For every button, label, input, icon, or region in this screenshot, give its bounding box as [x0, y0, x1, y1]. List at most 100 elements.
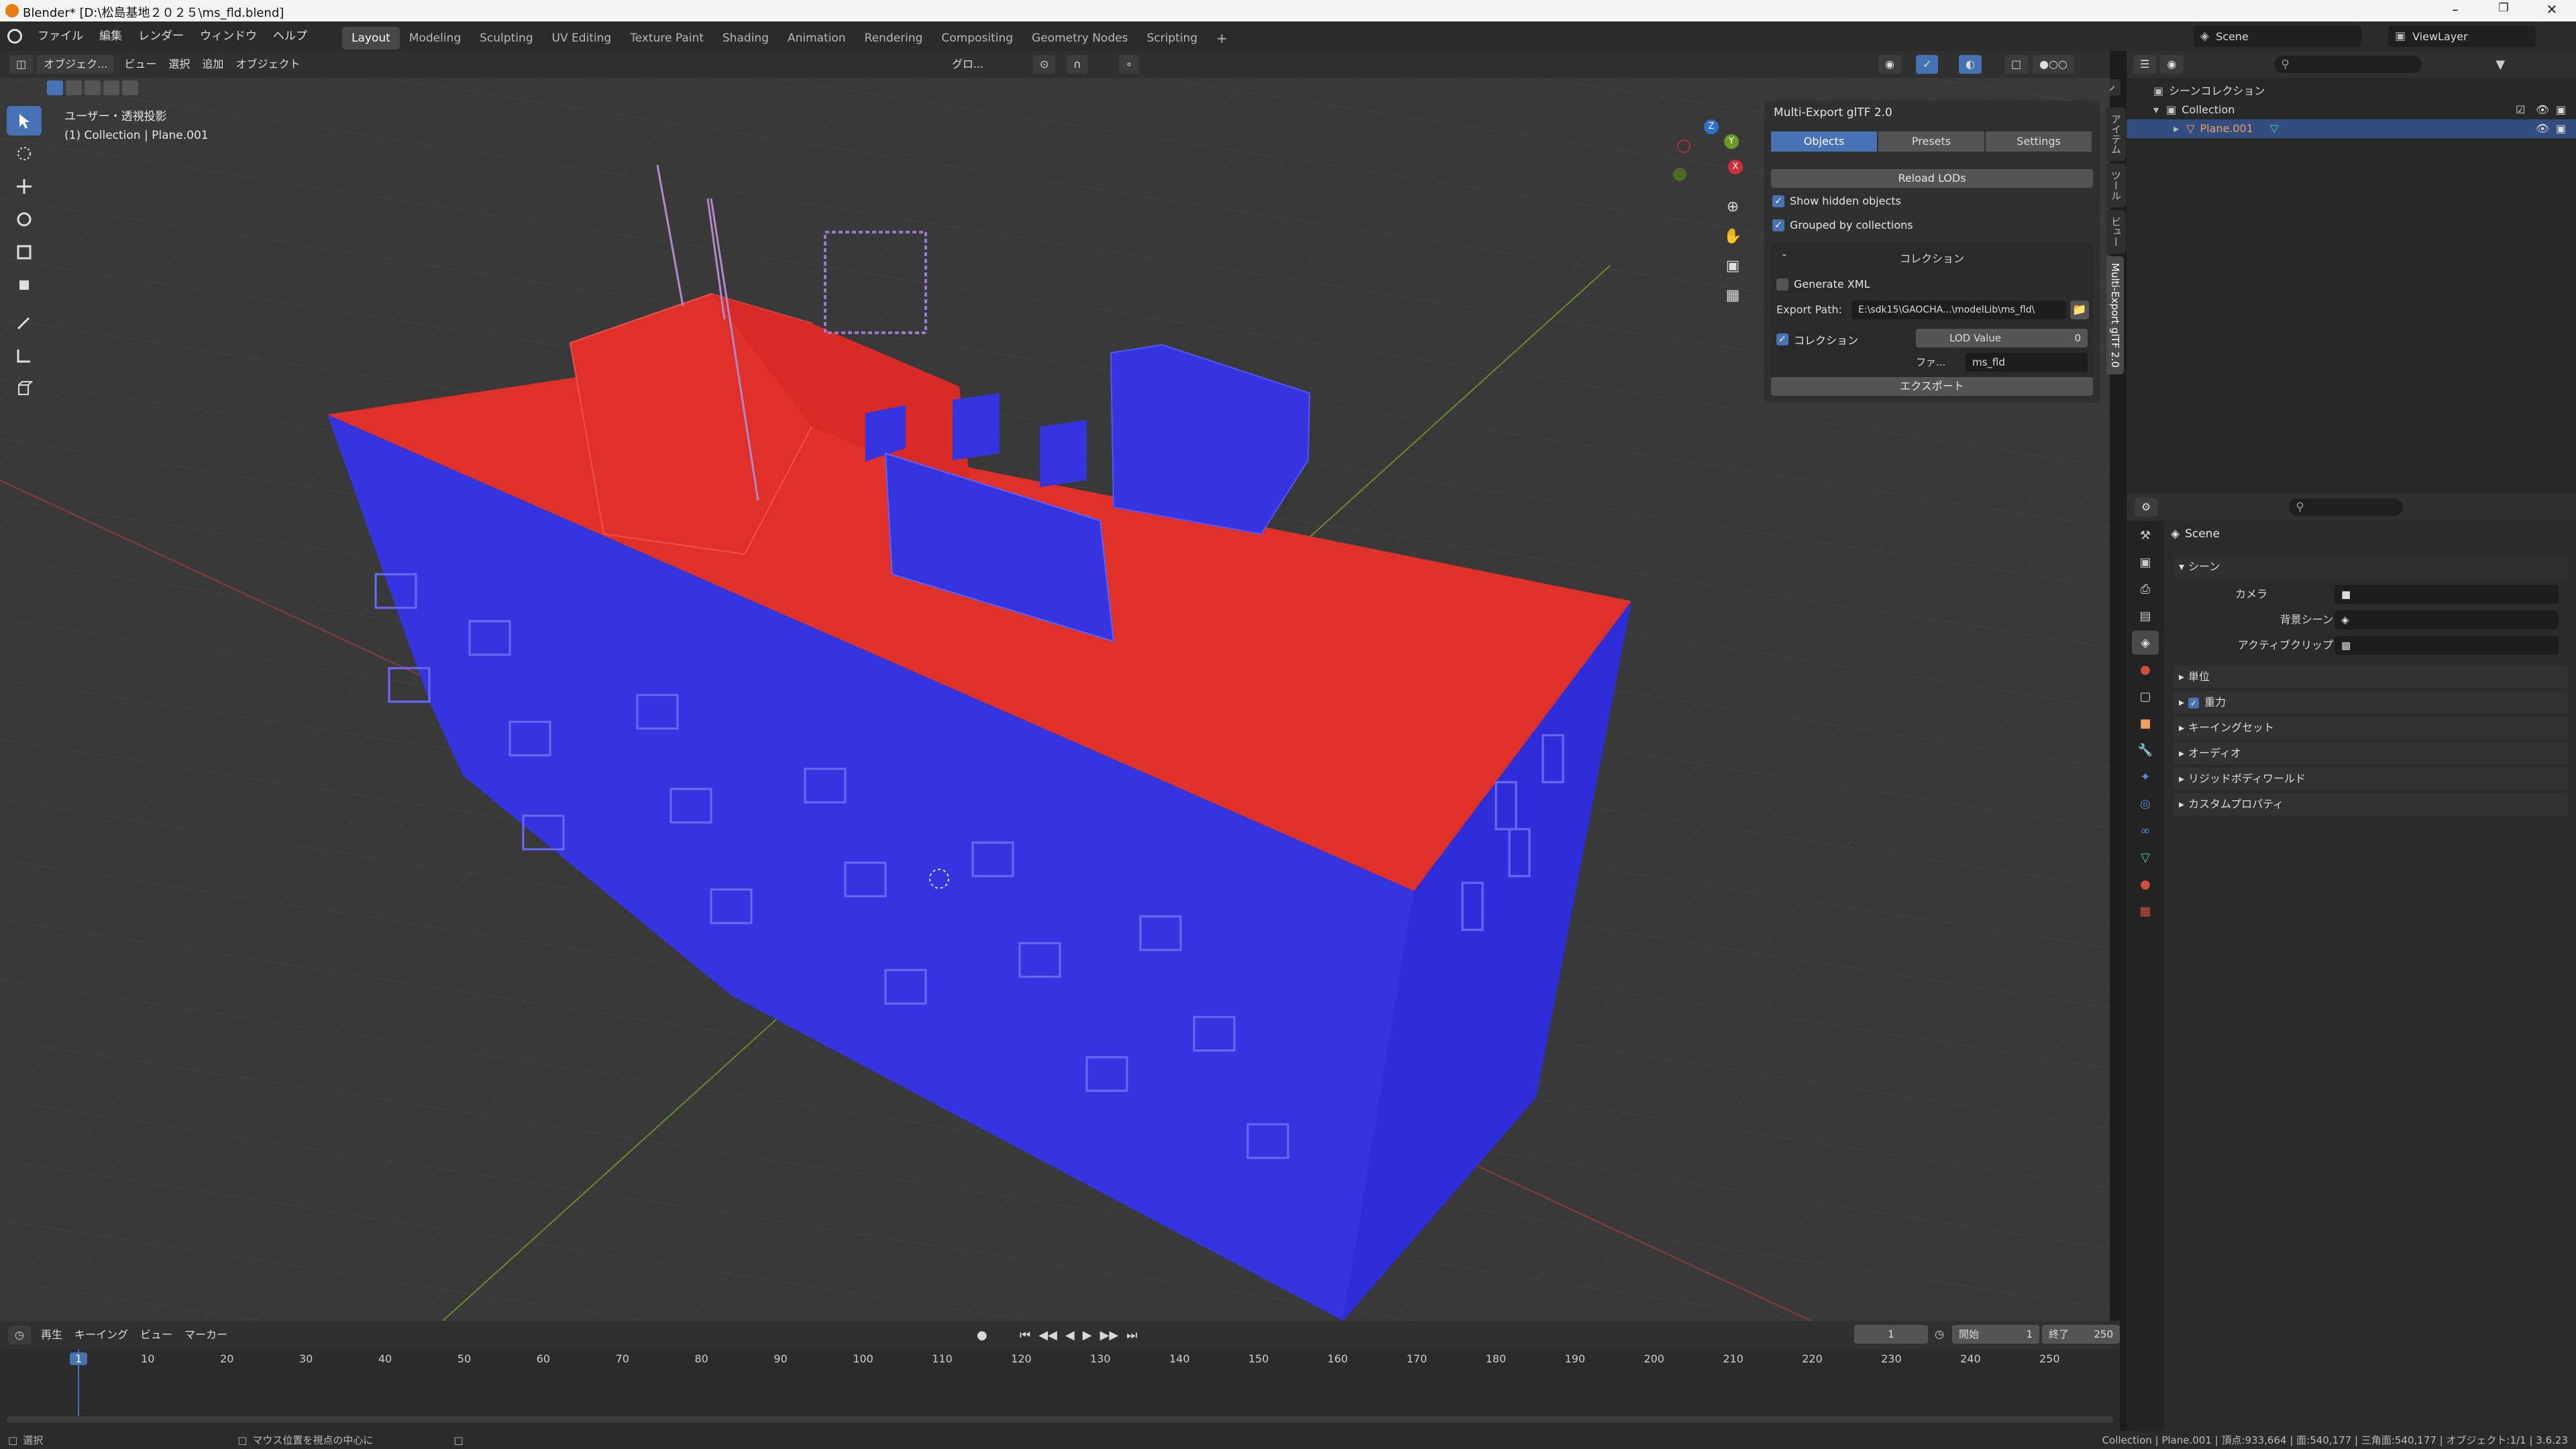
- maximize-icon[interactable]: ❐: [2490, 1, 2517, 20]
- zoom-icon[interactable]: ⊕: [1721, 199, 1744, 228]
- timeline-scrollbar[interactable]: [7, 1416, 2113, 1423]
- chevron-right-icon[interactable]: ▸: [2174, 122, 2179, 135]
- outliner-object-plane[interactable]: ▸ ▽ Plane.001 ▽ 👁 ▣: [2127, 119, 2576, 138]
- tab-objects[interactable]: Objects: [1771, 131, 1877, 152]
- menu-help[interactable]: ヘルプ: [265, 21, 315, 51]
- scene-section[interactable]: ▾ シーン: [2174, 555, 2568, 578]
- panel-keying-sets[interactable]: ▸ キーイングセット: [2174, 716, 2568, 739]
- panel-rigid-body-world[interactable]: ▸ リジッドボディワールド: [2174, 767, 2568, 790]
- background-scene-field[interactable]: ◈: [2334, 610, 2559, 629]
- render-camera-icon[interactable]: ▣: [2556, 119, 2566, 138]
- jump-start-icon[interactable]: ⏮: [1020, 1328, 1030, 1342]
- start-frame-field[interactable]: 開始 1: [1952, 1325, 2039, 1344]
- scene-selector[interactable]: ◈ Scene: [2194, 25, 2361, 47]
- snap-icon[interactable]: ∩: [1067, 55, 1088, 74]
- tab-modeling[interactable]: Modeling: [400, 27, 470, 50]
- measure-tool-icon[interactable]: [7, 341, 42, 370]
- menu-edit[interactable]: 編集: [91, 21, 130, 51]
- add-workspace-button[interactable]: +: [1207, 27, 1237, 50]
- camera-field[interactable]: ■: [2334, 585, 2559, 604]
- record-icon[interactable]: ●: [977, 1328, 987, 1342]
- prev-keyframe-icon[interactable]: ◀◀: [1038, 1328, 1057, 1342]
- menu-render[interactable]: レンダー: [130, 21, 192, 51]
- gizmo-neg-y[interactable]: [1673, 168, 1686, 181]
- output-tab-icon[interactable]: ⎙: [2132, 577, 2159, 601]
- select-invert-icon[interactable]: [103, 80, 119, 95]
- gizmo-z-axis[interactable]: Z: [1704, 119, 1719, 134]
- gizmo-toggle-icon[interactable]: ✓: [1916, 55, 1939, 74]
- particles-tab-icon[interactable]: ✦: [2132, 765, 2159, 789]
- outliner-collection[interactable]: ▾ ▣ Collection ☑ 👁 ▣: [2127, 101, 2576, 119]
- tab-texture-paint[interactable]: Texture Paint: [621, 27, 713, 50]
- reload-lods-button[interactable]: Reload LODs: [1771, 169, 2093, 188]
- editor-type-icon[interactable]: ◫: [9, 55, 34, 74]
- move-tool-icon[interactable]: [7, 172, 42, 201]
- play-reverse-icon[interactable]: ◀: [1065, 1328, 1075, 1342]
- sidebar-tab-item[interactable]: アイテム: [2106, 107, 2126, 161]
- lod-value-field[interactable]: LOD Value 0: [1916, 329, 2088, 347]
- exclude-checkbox-icon[interactable]: ☑: [2516, 101, 2525, 119]
- grouped-checkbox[interactable]: ✓ Grouped by collections: [1772, 219, 1913, 231]
- tab-sculpting[interactable]: Sculpting: [470, 27, 542, 50]
- generate-xml-checkbox[interactable]: Generate XML: [1776, 278, 1870, 290]
- collection-checkbox[interactable]: ✓ コレクション: [1776, 331, 1858, 347]
- constraints-tab-icon[interactable]: ∞: [2132, 818, 2159, 843]
- select-intersect-icon[interactable]: [122, 80, 138, 95]
- end-frame-field[interactable]: 終了 250: [2042, 1325, 2120, 1344]
- transform-orientation[interactable]: グロ...: [946, 55, 989, 74]
- export-button[interactable]: エクスポート: [1771, 377, 2093, 396]
- tab-settings[interactable]: Settings: [1986, 131, 2092, 152]
- pivot-icon[interactable]: ⊙: [1033, 55, 1056, 74]
- jump-end-icon[interactable]: ⏭: [1126, 1328, 1137, 1342]
- texture-tab-icon[interactable]: ▦: [2132, 899, 2159, 923]
- file-name-field[interactable]: ms_fld: [1966, 353, 2088, 372]
- rotate-tool-icon[interactable]: [7, 205, 42, 234]
- annotate-tool-icon[interactable]: [7, 308, 42, 337]
- proportional-edit-icon[interactable]: ∘: [1119, 55, 1140, 74]
- export-path-field[interactable]: E:\sdk15\GAOCHA...\modelLib\ms_fld\: [1851, 301, 2066, 319]
- xray-icon[interactable]: □: [2004, 55, 2029, 74]
- properties-search-input[interactable]: ⚲: [2289, 498, 2404, 516]
- collection-tab-icon[interactable]: ▢: [2132, 684, 2159, 708]
- physics-tab-icon[interactable]: ◎: [2132, 792, 2159, 816]
- panel-units[interactable]: ▸ 単位: [2174, 665, 2568, 688]
- navigation-gizmo[interactable]: Z Y X: [1664, 114, 1744, 195]
- object-tab-icon[interactable]: ■: [2132, 711, 2159, 735]
- active-clip-field[interactable]: ▩: [2334, 636, 2559, 655]
- gravity-checkbox[interactable]: ✓: [2188, 698, 2200, 708]
- show-hidden-checkbox[interactable]: ✓ Show hidden objects: [1772, 195, 1901, 207]
- close-icon[interactable]: ✕: [2538, 1, 2565, 20]
- menu-file[interactable]: ファイル: [30, 21, 91, 51]
- menu-view[interactable]: ビュー: [118, 55, 162, 74]
- menu-marker[interactable]: マーカー: [178, 1326, 233, 1344]
- properties-editor-icon[interactable]: ⚙: [2135, 498, 2158, 517]
- tab-geometry-nodes[interactable]: Geometry Nodes: [1022, 27, 1137, 50]
- select-extend-icon[interactable]: [66, 80, 82, 95]
- overlay-toggle-icon[interactable]: ◐: [1959, 55, 1982, 74]
- scale-tool-icon[interactable]: [7, 237, 42, 267]
- sidebar-tab-tool[interactable]: ツール: [2106, 164, 2126, 207]
- scene-tab-icon[interactable]: ◈: [2132, 631, 2159, 655]
- filter-icon[interactable]: ▼: [2496, 58, 2505, 72]
- select-tool-icon[interactable]: [7, 106, 42, 136]
- outliner-search-input[interactable]: ⚲: [2274, 56, 2422, 73]
- folder-icon[interactable]: 📁: [2070, 301, 2089, 319]
- mode-selector[interactable]: オブジェク...: [37, 55, 115, 74]
- clock-icon[interactable]: ◷: [1935, 1328, 1944, 1340]
- transform-tool-icon[interactable]: [7, 270, 42, 300]
- tab-presets[interactable]: Presets: [1878, 131, 1984, 152]
- pan-hand-icon[interactable]: ✋: [1721, 228, 1744, 258]
- select-subtract-icon[interactable]: [85, 80, 101, 95]
- sidebar-tab-view[interactable]: ビュー: [2106, 210, 2126, 254]
- tab-layout[interactable]: Layout: [342, 26, 400, 50]
- menu-select[interactable]: 選択: [162, 55, 196, 74]
- menu-add[interactable]: 追加: [196, 55, 229, 74]
- render-camera-icon[interactable]: ▣: [2556, 101, 2566, 119]
- tool-tab-icon[interactable]: ⚒: [2132, 523, 2159, 547]
- world-tab-icon[interactable]: ●: [2132, 657, 2159, 682]
- tab-compositing[interactable]: Compositing: [932, 27, 1022, 50]
- menu-keying[interactable]: キーイング: [68, 1326, 134, 1344]
- panel-audio[interactable]: ▸ オーディオ: [2174, 742, 2568, 765]
- current-frame-field[interactable]: 1: [1854, 1325, 1928, 1344]
- tab-uv-editing[interactable]: UV Editing: [543, 27, 621, 50]
